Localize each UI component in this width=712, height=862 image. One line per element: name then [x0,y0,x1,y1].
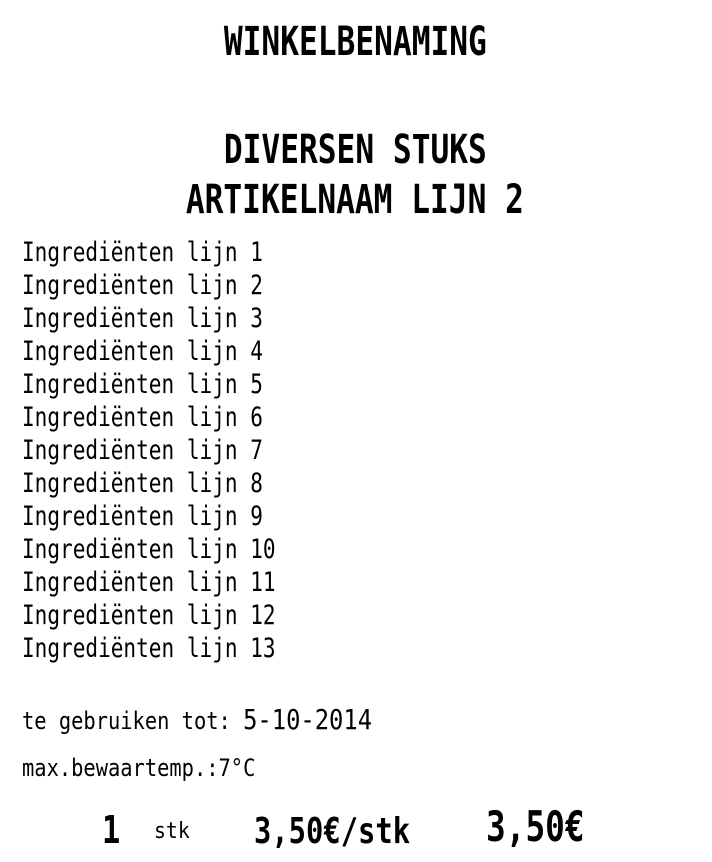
store-name: WINKELBENAMING [223,19,487,65]
ingredient-line: Ingrediënten lijn 12 [22,600,276,631]
ingredient-line: Ingrediënten lijn 7 [22,435,263,466]
ingredient-line: Ingrediënten lijn 1 [22,237,263,268]
ingredient-line: Ingrediënten lijn 13 [22,633,276,664]
ingredients-list: Ingrediënten lijn 1 Ingrediënten lijn 2 … [22,236,347,665]
article-name-line-1: DIVERSEN STUKS [223,127,487,173]
quantity-unit: stk [154,819,190,844]
ingredient-line: Ingrediënten lijn 4 [22,336,263,367]
ingredient-line: Ingrediënten lijn 6 [22,402,263,433]
ingredient-line: Ingrediënten lijn 11 [22,567,276,598]
ingredient-line: Ingrediënten lijn 9 [22,501,263,532]
storage-temperature: max.bewaartemp.:7°C [22,754,256,782]
use-by-date: te gebruiken tot: 5-10-2014 [22,704,372,737]
article-name-line-2: ARTIKELNAAM LIJN 2 [185,177,524,223]
ingredient-line: Ingrediënten lijn 10 [22,534,276,565]
use-by-value: 5-10-2014 [243,703,373,736]
ingredient-line: Ingrediënten lijn 3 [22,303,263,334]
ingredient-line: Ingrediënten lijn 2 [22,270,263,301]
price-row: 1 stk 3,50€/stk 3,50€ [0,804,712,856]
ingredient-line: Ingrediënten lijn 5 [22,369,263,400]
unit-price: 3,50€/stk [254,811,411,852]
quantity: 1 [102,808,121,852]
ingredient-line: Ingrediënten lijn 8 [22,468,263,499]
product-label: WINKELBENAMING DIVERSEN STUKS ARTIKELNAA… [0,0,712,862]
use-by-label: te gebruiken tot: [22,707,231,735]
total-price: 3,50€ [486,802,585,851]
